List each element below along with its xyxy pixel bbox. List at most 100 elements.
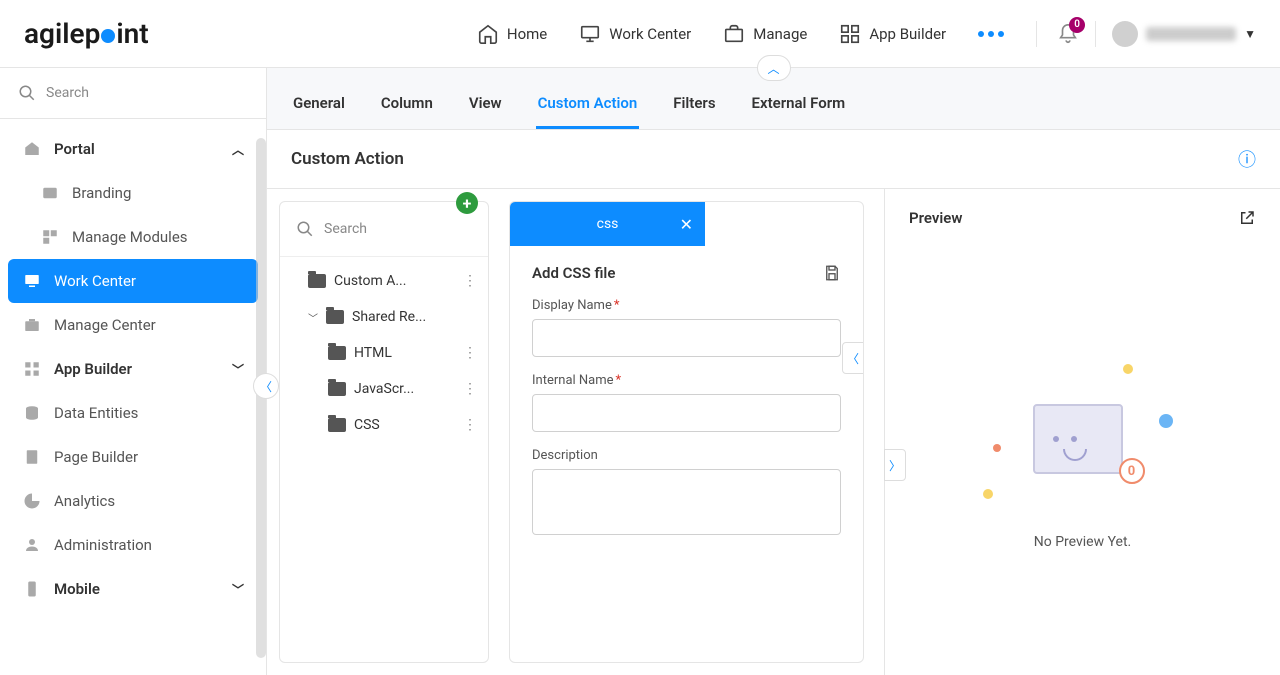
external-link-icon: [1238, 209, 1256, 227]
form-collapse-left-button[interactable]: 〈: [842, 342, 864, 374]
tab-view[interactable]: View: [467, 84, 504, 129]
tree-item-html[interactable]: HTML ⋮: [280, 335, 488, 371]
sidebar-item-label: Manage Center: [54, 316, 156, 334]
nav-manage[interactable]: Manage: [723, 23, 807, 45]
tree-panel: + Search Custom A... ⋮ ﹀: [279, 201, 489, 663]
chevron-down-icon: ﹀: [232, 361, 244, 378]
app-header: agilepint Home Work Center Manage App Bu…: [0, 0, 1280, 68]
tree-item-shared-resources[interactable]: ﹀ Shared Re...: [280, 299, 488, 335]
tree-item-javascript[interactable]: JavaScr... ⋮: [280, 371, 488, 407]
form-tab: css ✕: [510, 202, 705, 246]
nav-work-center[interactable]: Work Center: [579, 23, 691, 45]
content-wrap: Custom Action ⓘ + Search: [267, 130, 1280, 675]
header-right: 0 ▼: [1036, 21, 1256, 47]
info-icon[interactable]: ⓘ: [1238, 146, 1256, 172]
sidebar-item-mobile[interactable]: Mobile ﹀: [8, 567, 258, 611]
branding-icon: [40, 183, 60, 203]
nav-app-builder-label: App Builder: [869, 25, 946, 43]
tree-item-css[interactable]: CSS ⋮: [280, 407, 488, 443]
item-menu-button[interactable]: ⋮: [463, 381, 476, 397]
save-button[interactable]: [823, 264, 841, 282]
sidebar-item-label: App Builder: [54, 360, 132, 378]
form-title: Add CSS file: [532, 264, 615, 282]
plus-icon: +: [463, 194, 472, 213]
sidebar-item-manage-center[interactable]: Manage Center: [8, 303, 258, 347]
work-center-icon: [22, 271, 42, 291]
panels: + Search Custom A... ⋮ ﹀: [267, 189, 1280, 675]
tree-item-label: JavaScr...: [354, 381, 414, 397]
chevron-left-icon: 〈: [847, 350, 859, 367]
tree-item-custom-action[interactable]: Custom A... ⋮: [280, 263, 488, 299]
empty-text: No Preview Yet.: [1034, 534, 1132, 550]
tab-external-form[interactable]: External Form: [750, 84, 848, 129]
notifications-button[interactable]: 0: [1057, 23, 1079, 45]
folder-icon: [328, 418, 346, 432]
sidebar-item-manage-modules[interactable]: Manage Modules: [8, 215, 258, 259]
tab-general[interactable]: General: [291, 84, 347, 129]
user-name: [1146, 27, 1236, 41]
item-menu-button[interactable]: ⋮: [463, 273, 476, 289]
save-icon: [823, 264, 841, 282]
tab-column[interactable]: Column: [379, 84, 435, 129]
chart-icon: [22, 491, 42, 511]
page-title: Custom Action: [291, 149, 404, 169]
sidebar-item-portal[interactable]: Portal ︿: [8, 127, 258, 171]
sidebar-item-label: Analytics: [54, 492, 115, 510]
sidebar-item-analytics[interactable]: Analytics: [8, 479, 258, 523]
sidebar-item-app-builder[interactable]: App Builder ﹀: [8, 347, 258, 391]
tab-custom-action[interactable]: Custom Action: [536, 84, 640, 129]
sidebar-item-data-entities[interactable]: Data Entities: [8, 391, 258, 435]
internal-name-input[interactable]: [532, 394, 841, 432]
logo-text-prefix: agilep: [24, 17, 100, 50]
sidebar-item-label: Portal: [54, 140, 95, 158]
tree-search[interactable]: Search: [280, 202, 488, 257]
nav-more[interactable]: [978, 31, 1004, 37]
tab-label: Filters: [673, 94, 715, 112]
admin-icon: [22, 535, 42, 555]
tab-filters[interactable]: Filters: [671, 84, 717, 129]
nav-manage-label: Manage: [753, 25, 807, 43]
tab-label: Column: [381, 94, 433, 112]
description-label: Description: [532, 448, 841, 463]
sidebar-item-label: Manage Modules: [72, 228, 188, 246]
item-menu-button[interactable]: ⋮: [463, 417, 476, 433]
close-icon[interactable]: ✕: [680, 215, 693, 234]
layout: Search Portal ︿ Branding Manage Modules …: [0, 68, 1280, 675]
logo-dot: [101, 29, 115, 43]
description-input[interactable]: [532, 469, 841, 535]
sidebar-search[interactable]: Search: [0, 68, 266, 119]
tree-list: Custom A... ⋮ ﹀ Shared Re... HTML ⋮: [280, 257, 488, 449]
display-name-input[interactable]: [532, 319, 841, 357]
sidebar-item-work-center[interactable]: Work Center: [8, 259, 258, 303]
expand-button[interactable]: [1238, 209, 1256, 227]
nav-app-builder[interactable]: App Builder: [839, 23, 946, 45]
add-button[interactable]: +: [456, 192, 478, 214]
main-content: ︿ General Column View Custom Action Filt…: [267, 68, 1280, 675]
folder-icon: [308, 274, 326, 288]
sidebar-item-branding[interactable]: Branding: [8, 171, 258, 215]
logo: agilepint: [24, 17, 149, 50]
panel-collapse-up-button[interactable]: ︿: [757, 55, 791, 81]
sidebar-item-page-builder[interactable]: Page Builder: [8, 435, 258, 479]
required-marker: *: [614, 298, 620, 313]
tree-item-label: Custom A...: [334, 273, 406, 289]
sidebar-search-placeholder: Search: [46, 85, 89, 101]
grid-icon: [839, 23, 861, 45]
tab-label: External Form: [752, 94, 846, 112]
preview-expand-right-button[interactable]: 〉: [884, 449, 906, 481]
chevron-down-icon: ﹀: [232, 581, 244, 598]
database-icon: [22, 403, 42, 423]
mobile-icon: [22, 579, 42, 599]
folder-icon: [328, 346, 346, 360]
sidebar-collapse-button[interactable]: 〈: [253, 373, 279, 399]
sidebar-item-administration[interactable]: Administration: [8, 523, 258, 567]
empty-illustration: 0: [983, 364, 1183, 504]
sidebar-item-label: Administration: [54, 536, 152, 554]
item-menu-button[interactable]: ⋮: [463, 345, 476, 361]
tree-item-label: CSS: [354, 417, 380, 433]
preview-panel: 〉 Preview: [884, 189, 1280, 675]
user-menu[interactable]: ▼: [1095, 21, 1256, 47]
more-icon: [978, 31, 1004, 37]
nav-home[interactable]: Home: [477, 23, 547, 45]
sidebar-item-label: Data Entities: [54, 404, 138, 422]
